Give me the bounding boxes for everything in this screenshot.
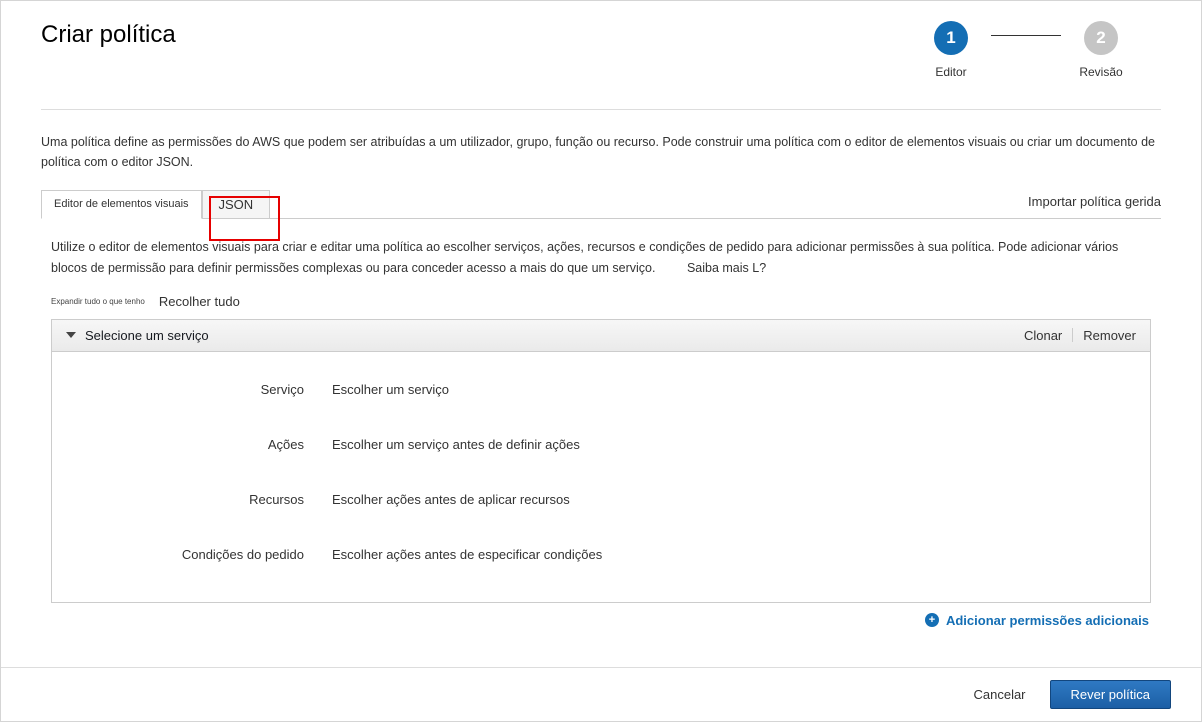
add-permissions-link[interactable]: + Adicionar permissões adicionais bbox=[51, 613, 1151, 628]
clone-button[interactable]: Clonar bbox=[1024, 328, 1062, 343]
learn-more-link[interactable]: Saiba mais L? bbox=[687, 261, 766, 275]
plus-circle-icon: + bbox=[925, 613, 939, 627]
row-value: Escolher um serviço bbox=[332, 382, 1130, 397]
row-label: Serviço bbox=[72, 382, 332, 397]
remove-button[interactable]: Remover bbox=[1083, 328, 1136, 343]
tab-json[interactable]: JSON bbox=[202, 190, 271, 219]
add-permissions-label: Adicionar permissões adicionais bbox=[946, 613, 1149, 628]
permission-block: Selecione um serviço Clonar Remover Serv… bbox=[51, 319, 1151, 603]
step-review[interactable]: 2 Revisão bbox=[1061, 21, 1141, 79]
permission-block-header[interactable]: Selecione um serviço Clonar Remover bbox=[52, 320, 1150, 352]
expand-all-link[interactable]: Expandir tudo o que tenho bbox=[51, 297, 145, 306]
divider bbox=[1072, 328, 1073, 342]
service-row-resources[interactable]: Recursos Escolher ações antes de aplicar… bbox=[72, 492, 1130, 507]
permission-block-body: Serviço Escolher um serviço Ações Escolh… bbox=[52, 352, 1150, 602]
chevron-down-icon bbox=[66, 332, 76, 338]
helper-text: Utilize o editor de elementos visuais pa… bbox=[51, 240, 1118, 275]
row-label: Ações bbox=[72, 437, 332, 452]
editor-tabs: Editor de elementos visuais JSON bbox=[41, 190, 270, 218]
visual-editor-helper: Utilize o editor de elementos visuais pa… bbox=[51, 237, 1151, 280]
permission-block-title: Selecione um serviço bbox=[85, 328, 209, 343]
row-label: Condições do pedido bbox=[72, 547, 332, 562]
service-row-conditions[interactable]: Condições do pedido Escolher ações antes… bbox=[72, 547, 1130, 562]
collapse-all-link[interactable]: Recolher tudo bbox=[159, 294, 240, 309]
policy-description: Uma política define as permissões do AWS… bbox=[41, 132, 1161, 172]
service-row-actions[interactable]: Ações Escolher um serviço antes de defin… bbox=[72, 437, 1130, 452]
footer-bar: Cancelar Rever política bbox=[1, 667, 1201, 721]
stepper: 1 Editor 2 Revisão bbox=[911, 21, 1141, 79]
step-label: Revisão bbox=[1079, 65, 1122, 79]
cancel-button[interactable]: Cancelar bbox=[965, 681, 1033, 708]
step-label: Editor bbox=[935, 65, 966, 79]
row-value: Escolher um serviço antes de definir açõ… bbox=[332, 437, 1130, 452]
review-policy-button[interactable]: Rever política bbox=[1050, 680, 1171, 709]
header-row: Criar política 1 Editor 2 Revisão bbox=[41, 21, 1161, 110]
tabs-row: Editor de elementos visuais JSON Importa… bbox=[41, 190, 1161, 219]
tab-visual-editor[interactable]: Editor de elementos visuais bbox=[41, 190, 202, 219]
row-label: Recursos bbox=[72, 492, 332, 507]
row-value: Escolher ações antes de aplicar recursos bbox=[332, 492, 1130, 507]
step-number-icon: 2 bbox=[1084, 21, 1118, 55]
step-number-icon: 1 bbox=[934, 21, 968, 55]
import-managed-policy-link[interactable]: Importar política gerida bbox=[1028, 194, 1161, 215]
service-row-service[interactable]: Serviço Escolher um serviço bbox=[72, 382, 1130, 397]
page-title: Criar política bbox=[41, 21, 176, 49]
step-editor[interactable]: 1 Editor bbox=[911, 21, 991, 79]
step-connector bbox=[991, 35, 1061, 36]
expand-collapse-controls: Expandir tudo o que tenho Recolher tudo bbox=[51, 294, 1151, 309]
row-value: Escolher ações antes de especificar cond… bbox=[332, 547, 1130, 562]
